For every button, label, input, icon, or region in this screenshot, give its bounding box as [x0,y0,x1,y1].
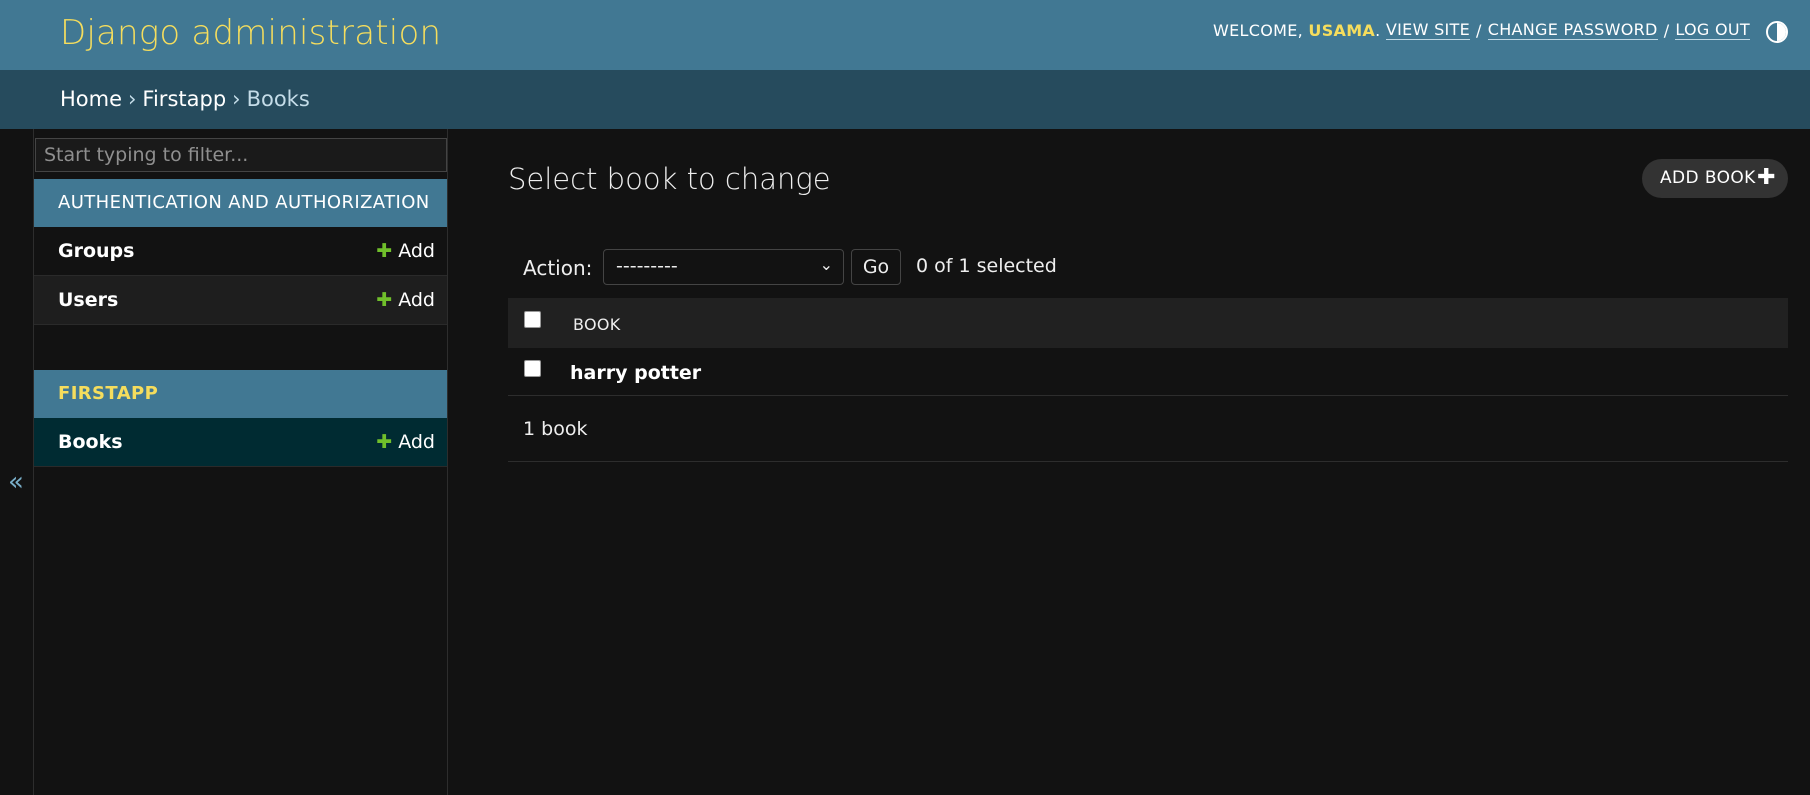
select-all-checkbox[interactable] [524,311,541,328]
table-row: harry potter [508,348,1788,396]
user-name: USAMA [1308,20,1376,40]
go-button[interactable]: Go [851,249,901,285]
users-add-link[interactable]: ✚ Add [376,289,435,311]
add-icon: ✚ [376,431,393,453]
plus-icon: ✚ [1757,165,1776,190]
column-header-book[interactable]: BOOK [573,315,621,334]
app-caption-firstapp[interactable]: FIRSTAPP [34,370,447,418]
breadcrumb-current: Books [246,87,310,111]
breadcrumb: Home › Firstapp › Books [0,70,1810,129]
sidebar-item-groups[interactable]: Groups ✚ Add [34,227,447,276]
header: Django administration WELCOME, USAMA . V… [0,0,1810,70]
paginator: 1 book [508,398,1788,462]
selection-counter: 0 of 1 selected [916,255,1057,277]
book-link[interactable]: harry potter [570,362,701,384]
page-title: Select book to change [508,162,831,196]
sidebar-item-books[interactable]: Books ✚ Add [34,418,447,467]
sidebar: AUTHENTICATION AND AUTHORIZATION Groups … [34,129,448,795]
row-checkbox[interactable] [524,360,541,377]
action-select-value: --------- [616,255,678,277]
sidebar-item-label[interactable]: Users [58,289,118,311]
chevron-down-icon: ⌄ [819,255,833,274]
action-label: Action: [523,256,593,280]
welcome-text: WELCOME, [1213,20,1304,40]
breadcrumb-separator: › [128,87,137,111]
sidebar-filter-input[interactable] [35,138,447,172]
log-out-link[interactable]: LOG OUT [1675,20,1750,40]
add-icon: ✚ [376,289,393,311]
collapse-sidebar-icon[interactable]: « [8,467,24,497]
change-password-link[interactable]: CHANGE PASSWORD [1487,20,1658,40]
separator: / [1476,20,1482,40]
site-branding[interactable]: Django administration [60,13,441,53]
breadcrumb-app[interactable]: Firstapp [142,87,226,111]
separator: / [1663,20,1670,40]
add-book-button[interactable]: ADD BOOK ✚ [1642,159,1788,198]
sidebar-item-label[interactable]: Groups [58,240,134,262]
sidebar-item-label[interactable]: Books [58,431,123,453]
groups-add-link[interactable]: ✚ Add [376,240,435,262]
table-header: BOOK [508,298,1788,348]
theme-toggle-icon[interactable] [1766,21,1788,43]
books-add-link[interactable]: ✚ Add [376,431,435,453]
action-select[interactable]: --------- ⌄ [603,249,844,285]
action-bar: Action: --------- ⌄ Go 0 of 1 selected [508,243,1788,293]
app-caption-auth[interactable]: AUTHENTICATION AND AUTHORIZATION [34,179,447,227]
sidebar-collapse-strip: « [0,129,34,795]
breadcrumb-home[interactable]: Home [60,87,122,111]
add-book-label: ADD BOOK [1660,168,1756,188]
user-tools: WELCOME, USAMA . VIEW SITE / CHANGE PASS… [1213,20,1750,40]
sidebar-item-users[interactable]: Users ✚ Add [34,276,447,325]
view-site-link[interactable]: VIEW SITE [1385,20,1471,40]
add-icon: ✚ [376,240,393,262]
breadcrumb-separator: › [232,87,241,111]
